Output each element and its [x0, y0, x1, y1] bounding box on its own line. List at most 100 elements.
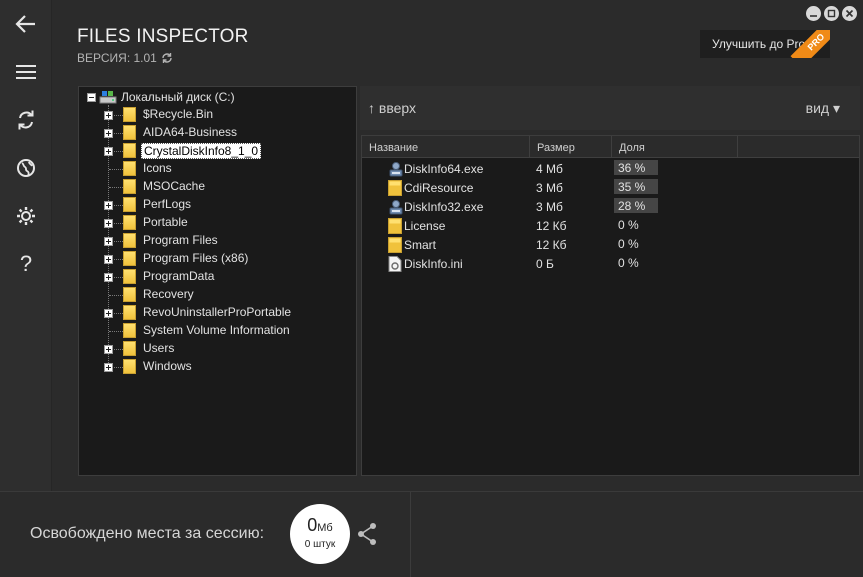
file-size: 4 Мб	[536, 162, 563, 176]
footer: Освобождено места за сессию: 0Мб 0 штук	[0, 491, 863, 577]
tree-item-label: PerfLogs	[143, 197, 192, 211]
expand-icon[interactable]	[104, 345, 113, 354]
folder-icon	[123, 107, 136, 122]
up-button[interactable]: ↑ вверх	[368, 100, 416, 116]
tree-item[interactable]: AIDA64-Business	[79, 124, 356, 142]
close-icon	[845, 9, 854, 18]
tree-item[interactable]: Recovery	[79, 286, 356, 304]
tree-item[interactable]: Program Files	[79, 232, 356, 250]
web-button[interactable]	[8, 150, 44, 186]
tree-item[interactable]: Program Files (x86)	[79, 250, 356, 268]
expand-icon[interactable]	[104, 363, 113, 372]
file-name: License	[404, 219, 446, 233]
folder-icon	[123, 341, 136, 356]
file-list[interactable]: Название Размер Доля DiskInfo64.exe 4 Мб 3…	[361, 135, 860, 476]
tree-item[interactable]: ProgramData	[79, 268, 356, 286]
tree-item[interactable]: Icons	[79, 160, 356, 178]
folder-icon	[123, 179, 136, 194]
tree-item-label: Portable	[143, 215, 188, 229]
tree-item-label: Users	[143, 341, 175, 355]
tree-root[interactable]: Локальный диск (C:)	[79, 88, 356, 106]
gear-icon	[17, 207, 35, 225]
column-header-share[interactable]: Доля	[612, 136, 738, 158]
file-pane-toolbar: ↑ вверх вид ▾	[360, 86, 860, 130]
settings-button[interactable]	[8, 198, 44, 234]
tree-item-label: Icons	[143, 161, 172, 175]
file-row[interactable]: CdiResource 3 Мб 35 %	[362, 178, 859, 197]
ini-file-icon	[388, 256, 402, 275]
version-text: ВЕРСИЯ: 1.01	[77, 51, 157, 65]
back-button[interactable]	[8, 6, 44, 42]
expand-icon[interactable]	[104, 255, 113, 264]
menu-icon	[16, 65, 36, 79]
tree-item-label: System Volume Information	[143, 323, 290, 337]
upgrade-button[interactable]: Улучшить до Pro PRO	[700, 30, 830, 58]
column-header-name[interactable]: Название	[362, 136, 530, 158]
folder-icon	[123, 251, 136, 266]
expand-icon[interactable]	[104, 147, 113, 156]
file-row[interactable]: DiskInfo.ini 0 Б 0 %	[362, 254, 859, 273]
folder-icon	[123, 143, 136, 158]
file-share: 0 %	[618, 237, 639, 251]
help-icon: ?	[19, 251, 33, 276]
drive-icon	[99, 91, 117, 104]
folder-icon	[123, 215, 136, 230]
refresh-icon	[18, 110, 34, 130]
back-arrow-icon	[15, 15, 35, 33]
folder-tree[interactable]: Локальный диск (C:) $Recycle.Bin AIDA64-B…	[78, 86, 357, 476]
expand-icon[interactable]	[104, 111, 113, 120]
file-row[interactable]: DiskInfo32.exe 3 Мб 28 %	[362, 197, 859, 216]
refresh-button[interactable]	[8, 102, 44, 138]
file-share: 28 %	[614, 198, 658, 213]
folder-icon	[123, 197, 136, 212]
tree-item[interactable]: $Recycle.Bin	[79, 106, 356, 124]
minimize-icon	[810, 15, 817, 17]
file-row[interactable]: License 12 Кб 0 %	[362, 216, 859, 235]
file-row[interactable]: Smart 12 Кб 0 %	[362, 235, 859, 254]
tree-item[interactable]: PerfLogs	[79, 196, 356, 214]
tree-item[interactable]: MSOCache	[79, 178, 356, 196]
tree-item-label: Recovery	[143, 287, 194, 301]
share-icon[interactable]	[356, 522, 378, 546]
file-size: 3 Мб	[536, 200, 563, 214]
expand-icon[interactable]	[104, 129, 113, 138]
minimize-button[interactable]	[806, 6, 821, 21]
column-header-size[interactable]: Размер	[530, 136, 612, 158]
app-title: FILES INSPECTOR	[77, 26, 249, 47]
update-check-icon[interactable]	[161, 52, 173, 64]
tree-item-label: Program Files	[143, 233, 218, 247]
column-header-empty	[738, 136, 859, 158]
upgrade-label: Улучшить до Pro	[712, 37, 806, 51]
tree-item-label: CrystalDiskInfo8_1_0	[141, 143, 262, 159]
window-controls	[806, 6, 857, 21]
menu-button[interactable]	[8, 54, 44, 90]
tree-item[interactable]: System Volume Information	[79, 322, 356, 340]
file-size: 12 Кб	[536, 219, 567, 233]
close-button[interactable]	[842, 6, 857, 21]
maximize-button[interactable]	[824, 6, 839, 21]
freed-space-label: Освобождено места за сессию:	[30, 525, 265, 542]
maximize-icon	[827, 9, 836, 18]
freed-amount: 0Мб	[307, 515, 333, 535]
expand-icon[interactable]	[104, 219, 113, 228]
expand-icon[interactable]	[104, 309, 113, 318]
tree-root-label: Локальный диск (C:)	[121, 90, 235, 104]
tree-item[interactable]: Users	[79, 340, 356, 358]
tree-item[interactable]: RevoUninstallerProPortable	[79, 304, 356, 322]
tree-item[interactable]: Portable	[79, 214, 356, 232]
tree-item-label: ProgramData	[143, 269, 215, 283]
freed-count: 0 штук	[304, 539, 336, 550]
collapse-icon[interactable]	[87, 93, 96, 102]
expand-icon[interactable]	[104, 237, 113, 246]
view-dropdown[interactable]: вид ▾	[806, 100, 840, 117]
file-name: DiskInfo64.exe	[404, 162, 484, 176]
file-row[interactable]: DiskInfo64.exe 4 Мб 36 %	[362, 159, 859, 178]
expand-icon[interactable]	[104, 273, 113, 282]
tree-item[interactable]: Windows	[79, 358, 356, 376]
file-share: 0 %	[618, 256, 639, 270]
expand-icon[interactable]	[104, 201, 113, 210]
tree-item[interactable]: CrystalDiskInfo8_1_0	[79, 142, 356, 160]
folder-icon	[123, 269, 136, 284]
tree-guide-line	[109, 295, 123, 296]
help-button[interactable]: ?	[8, 246, 44, 282]
